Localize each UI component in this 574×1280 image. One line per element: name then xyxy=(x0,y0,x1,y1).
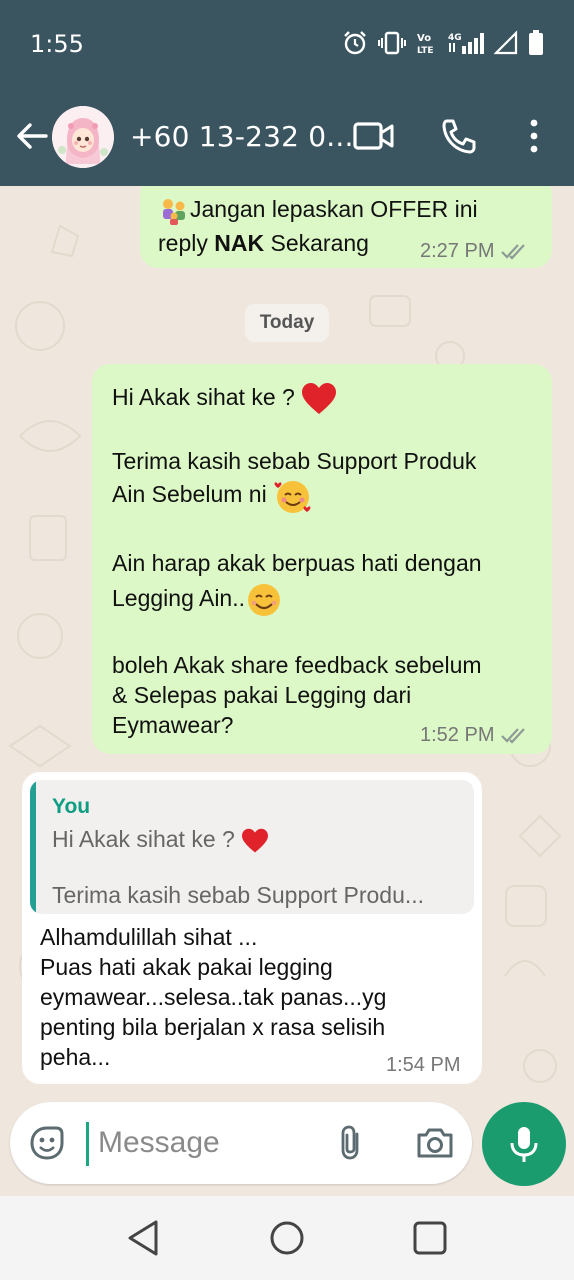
message-text: Legging Ain.. xyxy=(112,582,283,618)
message-meta: 2:27 PM xyxy=(420,236,530,266)
chat-header: +60 13-232 0... xyxy=(0,88,574,186)
mic-icon xyxy=(510,1127,538,1162)
read-receipt-icon xyxy=(501,244,526,260)
heart-emoji-icon xyxy=(242,828,269,853)
message-line: & Selepas pakai Legging dari xyxy=(112,682,412,708)
contact-name[interactable]: +60 13-232 0... xyxy=(130,120,354,153)
message-line: boleh Akak share feedback sebelum xyxy=(112,652,482,678)
home-nav-icon[interactable] xyxy=(265,1216,309,1260)
message-text: Jangan lepaskan OFFER ini xyxy=(158,194,478,226)
message-time: 2:27 PM xyxy=(420,240,495,262)
day-divider: Today xyxy=(245,304,329,342)
system-navigation-bar xyxy=(0,1196,574,1280)
volte-icon: Vo LTE xyxy=(417,33,434,56)
contact-avatar[interactable] xyxy=(52,106,114,168)
message-line: Jangan lepaskan OFFER ini xyxy=(190,196,478,222)
status-time: 1:55 xyxy=(30,30,84,58)
message-composer xyxy=(10,1102,472,1184)
message-line: Hi Akak sihat ke ? xyxy=(112,384,302,411)
avatar-illustration xyxy=(52,106,114,168)
message-line: Ain Sebelum ni xyxy=(112,481,274,508)
camera-icon[interactable] xyxy=(414,1122,456,1164)
recents-nav-icon[interactable] xyxy=(408,1216,452,1260)
message-bubble-outgoing[interactable]: Jangan lepaskan OFFER ini reply NAK Seka… xyxy=(140,186,552,268)
message-time: 1:54 PM xyxy=(386,1054,461,1076)
quote-accent-bar xyxy=(30,780,36,914)
message-text: Hi Akak sihat ke ? xyxy=(112,382,337,416)
family-emoji-icon xyxy=(163,198,185,225)
read-receipt-icon xyxy=(501,728,526,744)
message-line: eymawear...selesa..tak panas...yg xyxy=(40,984,387,1010)
status-icons: Vo LTE 4G xyxy=(342,30,544,56)
chat-area[interactable]: Jangan lepaskan OFFER ini reply NAK Seka… xyxy=(0,186,574,1196)
quoted-message[interactable]: You Hi Akak sihat ke ? Terima kasih seba… xyxy=(30,780,474,914)
message-line: Alhamdulillah sihat ... xyxy=(40,924,258,950)
svg-text:Vo: Vo xyxy=(417,33,431,44)
sticker-icon[interactable] xyxy=(26,1122,68,1164)
attach-icon[interactable] xyxy=(330,1122,372,1164)
smiling-face-with-hearts-emoji-icon xyxy=(274,481,311,513)
message-input[interactable] xyxy=(98,1118,328,1168)
text-cursor xyxy=(86,1122,89,1166)
message-bubble-outgoing[interactable]: Hi Akak sihat ke ? Terima kasih sebab Su… xyxy=(92,364,552,754)
quote-text: Hi Akak sihat ke ? xyxy=(52,824,269,854)
quote-author: You xyxy=(52,795,91,818)
phone-call-icon[interactable] xyxy=(438,116,482,156)
message-line: reply xyxy=(158,230,215,256)
message-text: Ain Sebelum ni xyxy=(112,478,313,514)
quote-line: Hi Akak sihat ke ? xyxy=(52,826,242,852)
message-line: penting bila berjalan x rasa selisih xyxy=(40,1014,386,1040)
vibrate-icon xyxy=(378,31,406,55)
alarm-icon xyxy=(344,31,366,55)
more-options-icon[interactable] xyxy=(512,116,556,156)
svg-text:LTE: LTE xyxy=(417,46,434,56)
message-line: Ain harap akak berpuas hati dengan xyxy=(112,550,482,576)
svg-text:4G: 4G xyxy=(448,33,462,43)
quote-line: Terima kasih sebab Support Produ... xyxy=(52,882,425,908)
wifi-signal-icon xyxy=(494,30,518,55)
battery-icon xyxy=(529,30,543,55)
message-line: Legging Ain.. xyxy=(112,585,246,612)
4g-signal-icon: 4G xyxy=(448,33,484,54)
message-line: Terima kasih sebab Support Produk xyxy=(112,448,477,474)
message-bold-word: NAK xyxy=(214,230,265,256)
message-text: reply NAK Sekarang xyxy=(158,228,369,258)
message-line: peha... xyxy=(40,1044,111,1070)
message-line: Puas hati akak pakai legging xyxy=(40,954,333,980)
message-time: 1:52 PM xyxy=(420,724,495,746)
message-bubble-incoming[interactable]: You Hi Akak sihat ke ? Terima kasih seba… xyxy=(22,772,482,1084)
status-bar: 1:55 Vo LTE 4G xyxy=(0,0,574,88)
back-nav-icon[interactable] xyxy=(122,1216,166,1260)
smiling-face-emoji-icon xyxy=(248,584,281,616)
voice-record-button[interactable] xyxy=(482,1102,566,1186)
video-call-icon[interactable] xyxy=(352,116,396,156)
back-arrow-icon[interactable] xyxy=(12,116,52,156)
heart-emoji-icon xyxy=(302,383,337,414)
message-meta: 1:54 PM xyxy=(386,1050,460,1080)
message-meta: 1:52 PM xyxy=(420,720,530,750)
message-line: Sekarang xyxy=(264,230,369,256)
message-line: Eymawear? xyxy=(112,712,234,738)
